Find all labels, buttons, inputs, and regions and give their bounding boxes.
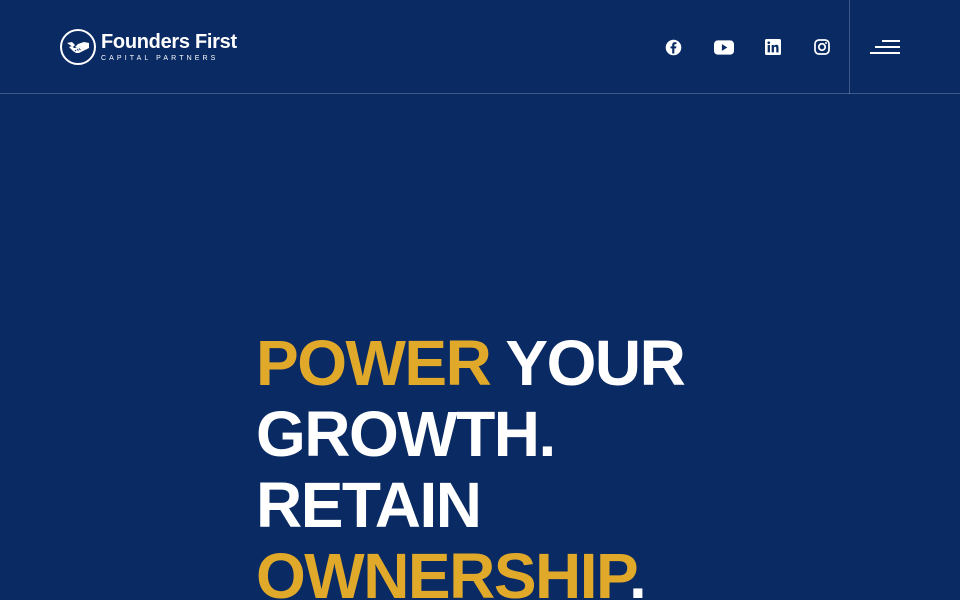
facebook-link[interactable] <box>663 37 683 57</box>
headline-line-4: OWNERSHIP. <box>256 541 776 600</box>
linkedin-icon <box>765 39 781 55</box>
hero-headline: POWER YOUR GROWTH. RETAIN OWNERSHIP. <box>256 328 776 600</box>
instagram-icon <box>814 39 830 55</box>
headline-line-3: RETAIN <box>256 469 482 541</box>
brand-subtitle: CAPITAL PARTNERS <box>101 55 219 62</box>
headline-text-your: YOUR <box>490 327 685 399</box>
brand-title: Founders First <box>101 31 237 53</box>
menu-button[interactable] <box>866 34 904 60</box>
site-header: Founders First CAPITAL PARTNERS <box>0 0 960 94</box>
headline-line-2: GROWTH. <box>256 398 556 470</box>
facebook-icon <box>665 39 681 55</box>
header-divider <box>849 0 850 94</box>
youtube-icon <box>714 39 734 55</box>
handshake-logo-icon <box>60 29 96 65</box>
headline-accent-ownership: OWNERSHIP <box>256 540 630 600</box>
hamburger-menu-icon <box>882 40 900 42</box>
youtube-link[interactable] <box>714 37 734 57</box>
linkedin-link[interactable] <box>763 37 783 57</box>
headline-line-1: POWER YOUR <box>256 328 776 399</box>
headline-period: . <box>628 540 647 600</box>
headline-accent-power: POWER <box>256 327 492 399</box>
instagram-link[interactable] <box>812 37 832 57</box>
brand-logo-link[interactable]: Founders First CAPITAL PARTNERS <box>60 28 237 66</box>
brand-wordmark: Founders First CAPITAL PARTNERS <box>101 32 237 62</box>
